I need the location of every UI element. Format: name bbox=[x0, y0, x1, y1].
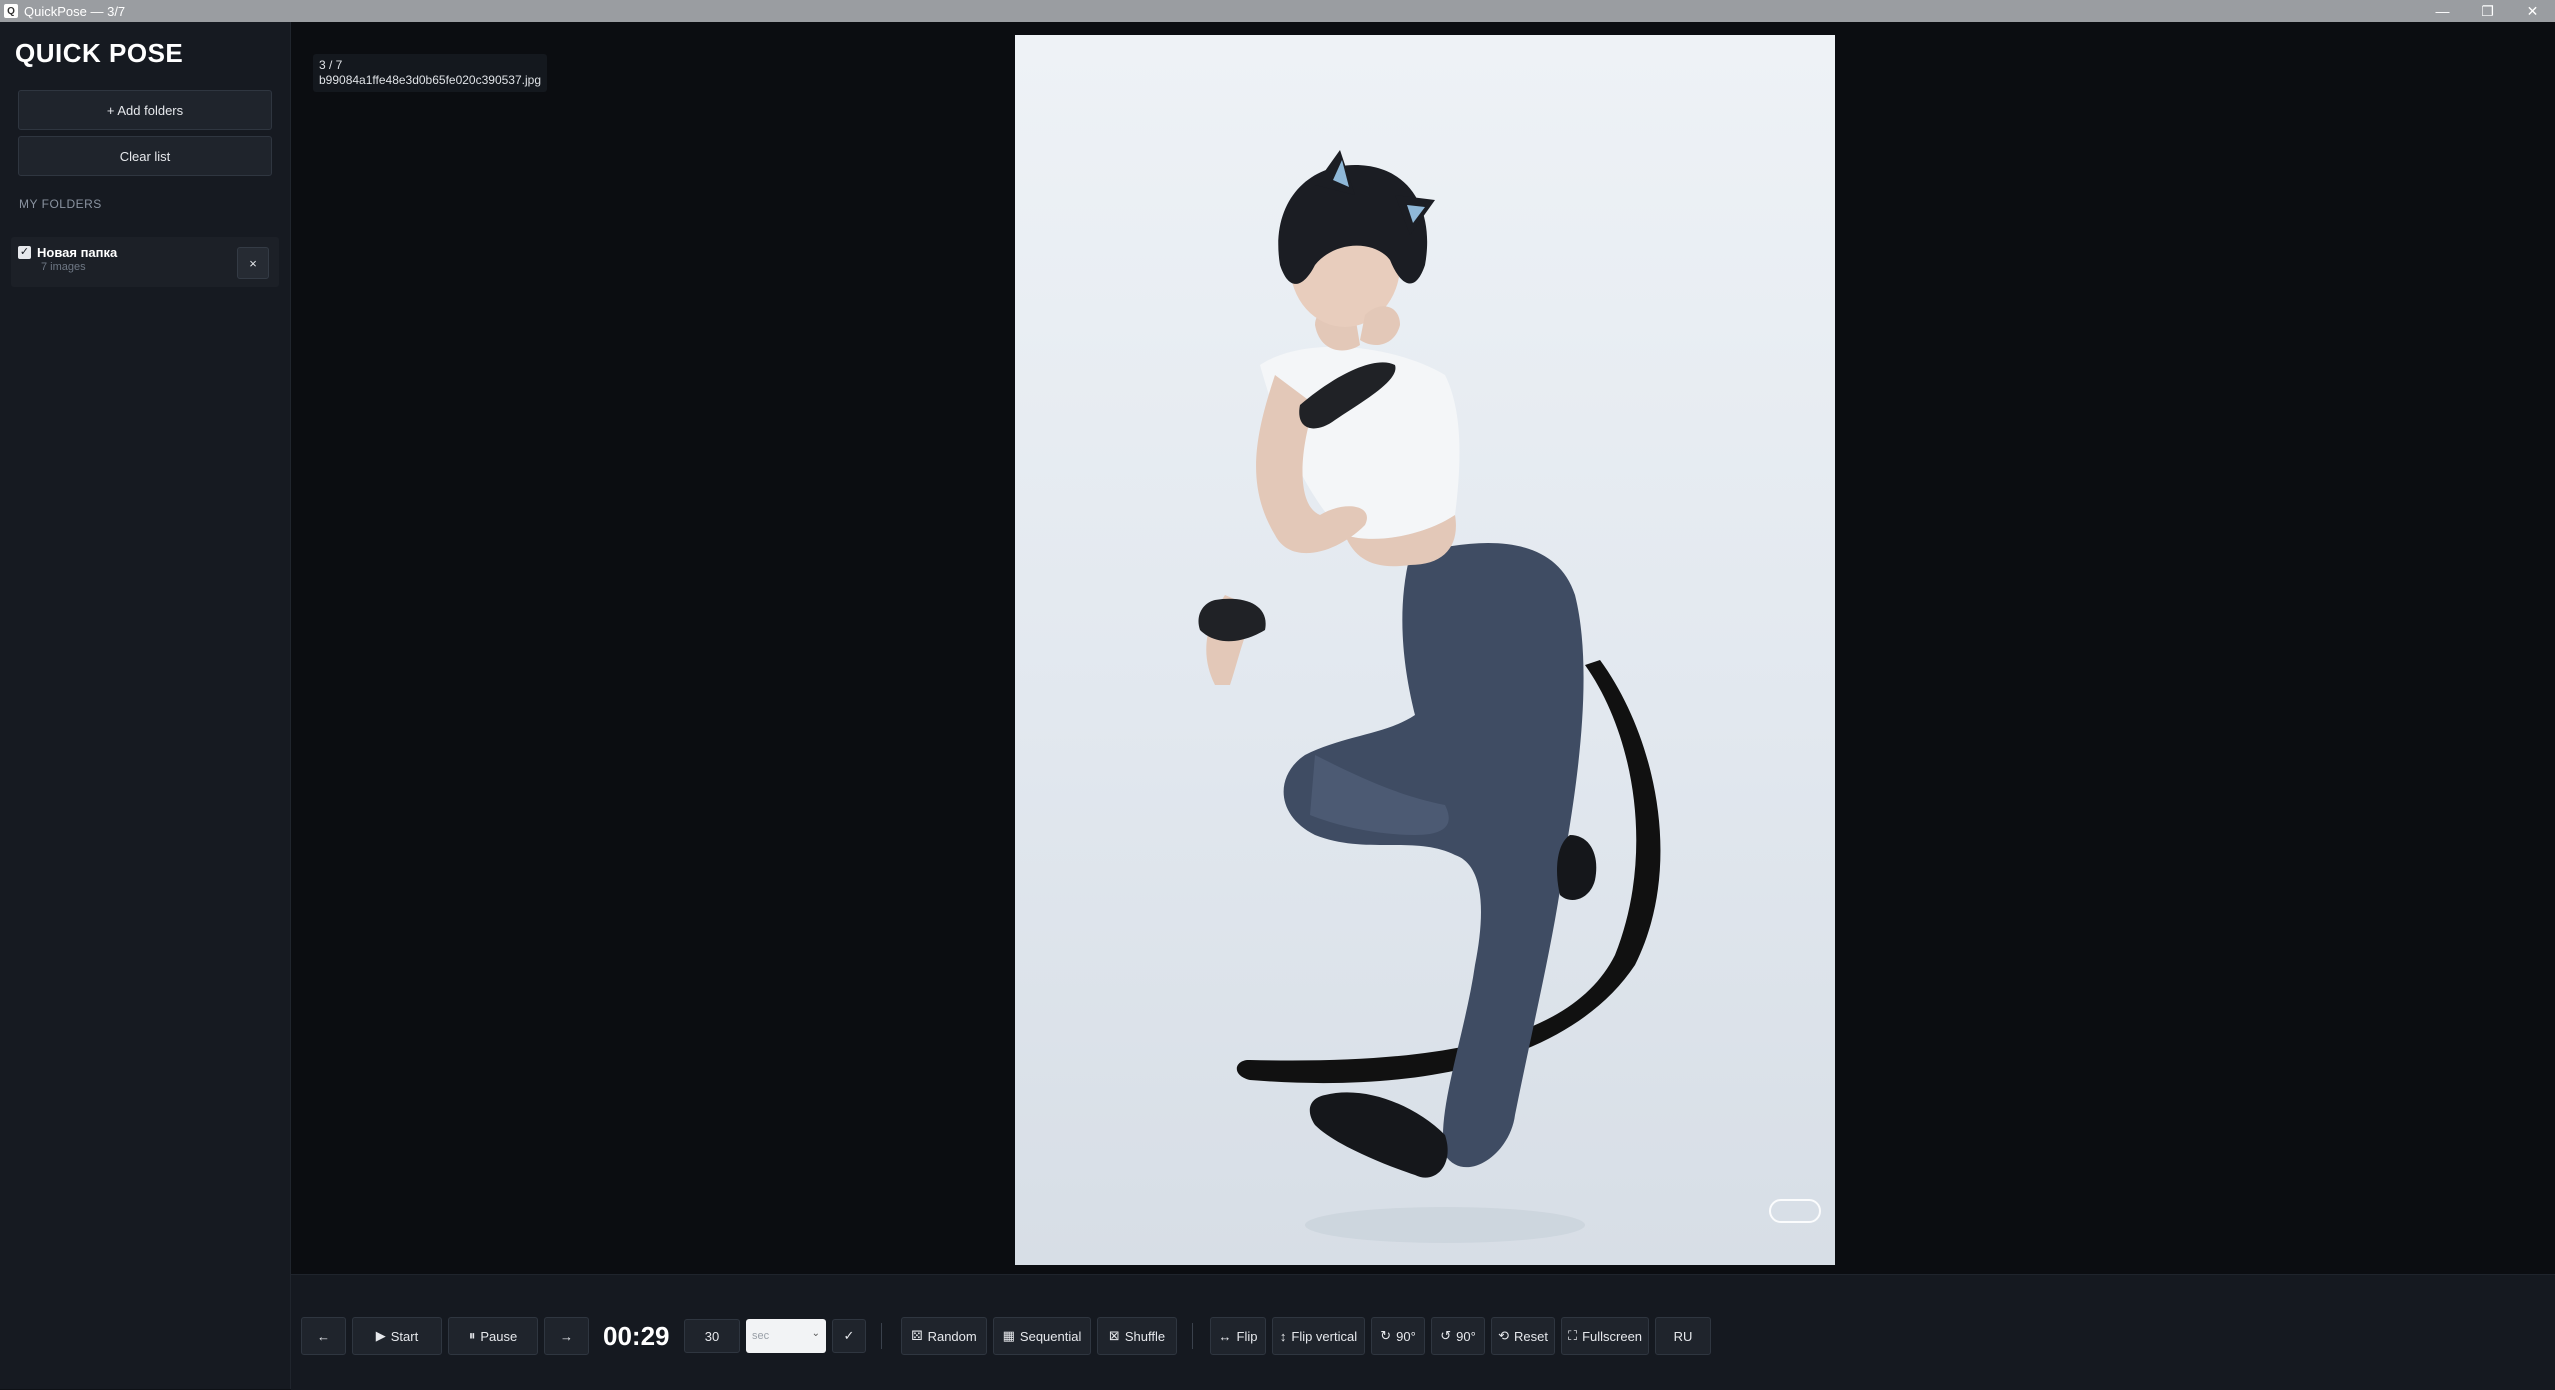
language-toggle-button[interactable]: RU bbox=[1655, 1317, 1711, 1355]
sequential-mode-button[interactable]: ▦ Sequential bbox=[993, 1317, 1091, 1355]
toolbar-divider bbox=[1192, 1323, 1193, 1349]
flip-vertical-icon: ↕ bbox=[1279, 1328, 1287, 1344]
time-unit-value: sec bbox=[752, 1330, 770, 1342]
window-title: QuickPose — 3/7 bbox=[24, 3, 126, 19]
clear-list-button[interactable]: Clear list bbox=[18, 136, 272, 176]
reset-icon: ⟲ bbox=[1498, 1328, 1509, 1343]
rotate-cw-label: 90° bbox=[1396, 1328, 1416, 1344]
reset-button[interactable]: ⟲ Reset bbox=[1491, 1317, 1555, 1355]
rotate-ccw-label: 90° bbox=[1456, 1328, 1476, 1344]
duration-input[interactable]: 30 bbox=[684, 1319, 740, 1353]
folder-checkbox[interactable]: ✓ bbox=[18, 246, 31, 259]
play-icon: ▶ bbox=[375, 1328, 386, 1343]
pause-label: Pause bbox=[480, 1328, 518, 1344]
start-button[interactable]: ▶ Start bbox=[352, 1317, 442, 1355]
start-label: Start bbox=[390, 1328, 419, 1344]
arrow-right-icon: → bbox=[560, 1328, 573, 1344]
arrow-left-icon: ← bbox=[317, 1328, 330, 1344]
reference-photo bbox=[1015, 35, 1835, 1265]
image-viewer: 3 / 7 b99084a1ffe48e3d0b65fe020c390537.j… bbox=[291, 22, 2555, 1274]
window-controls: — ❐ ✕ bbox=[2420, 0, 2555, 22]
apply-duration-button[interactable]: ✓ bbox=[832, 1319, 866, 1353]
fullscreen-label: Fullscreen bbox=[1582, 1328, 1643, 1344]
next-image-button[interactable]: → bbox=[544, 1317, 589, 1355]
flip-horizontal-icon: ↔ bbox=[1218, 1328, 1232, 1344]
add-folders-button[interactable]: + Add folders bbox=[18, 90, 272, 130]
rotate-cw-icon: ↻ bbox=[1380, 1328, 1392, 1343]
rotate-counterclockwise-button[interactable]: ↺ 90° bbox=[1431, 1317, 1485, 1355]
image-counter: 3 / 7 bbox=[319, 58, 343, 72]
image-info: 3 / 7 b99084a1ffe48e3d0b65fe020c390537.j… bbox=[313, 54, 547, 92]
shuffle-button[interactable]: ⊠ Shuffle bbox=[1097, 1317, 1177, 1355]
flip-label: Flip bbox=[1236, 1328, 1258, 1344]
chevron-down-icon: ⌄ bbox=[811, 1328, 820, 1339]
photo-figure-illustration bbox=[1198, 150, 1821, 1243]
toolbar-divider bbox=[881, 1323, 882, 1349]
close-button[interactable]: ✕ bbox=[2510, 0, 2555, 22]
rotate-clockwise-button[interactable]: ↻ 90° bbox=[1371, 1317, 1425, 1355]
folder-item[interactable]: ✓ Новая папка 7 images × bbox=[11, 237, 279, 287]
countdown-timer: 00:29 bbox=[603, 1321, 670, 1351]
pause-button[interactable]: ⏸ Pause bbox=[448, 1317, 538, 1355]
rotate-ccw-icon: ↺ bbox=[1440, 1328, 1452, 1343]
remove-folder-button[interactable]: × bbox=[237, 247, 269, 279]
image-filename: b99084a1ffe48e3d0b65fe020c390537.jpg bbox=[319, 73, 541, 87]
dice-icon: ⚄ bbox=[911, 1328, 923, 1343]
grid-icon: ▦ bbox=[1002, 1328, 1015, 1343]
flip-vertical-label: Flip vertical bbox=[1291, 1328, 1358, 1344]
flip-horizontal-button[interactable]: ↔ Flip bbox=[1210, 1317, 1266, 1355]
shuffle-label: Shuffle bbox=[1124, 1328, 1166, 1344]
sidebar: QUICK POSE + Add folders Clear list MY F… bbox=[0, 22, 291, 1389]
random-mode-button[interactable]: ⚄ Random bbox=[901, 1317, 987, 1355]
my-folders-heading: MY FOLDERS bbox=[19, 197, 102, 211]
minimize-button[interactable]: — bbox=[2420, 0, 2465, 22]
fullscreen-icon: ⛶ bbox=[1567, 1328, 1578, 1343]
sequential-label: Sequential bbox=[1019, 1328, 1082, 1344]
shuffle-icon: ⊠ bbox=[1108, 1328, 1120, 1343]
time-unit-select[interactable]: sec ⌄ bbox=[746, 1319, 826, 1353]
reset-label: Reset bbox=[1513, 1328, 1548, 1344]
random-label: Random bbox=[927, 1328, 977, 1344]
pause-icon: ⏸ bbox=[468, 1328, 476, 1343]
folder-name: Новая папка bbox=[37, 245, 118, 260]
window-titlebar: Q QuickPose — 3/7 — ❐ ✕ bbox=[0, 0, 2555, 22]
bottom-toolbar: ← ▶ Start ⏸ Pause → 00:29 30 sec ⌄ ✓ ⚄ R… bbox=[291, 1274, 2555, 1390]
fullscreen-button[interactable]: ⛶ Fullscreen bbox=[1561, 1317, 1649, 1355]
flip-vertical-button[interactable]: ↕ Flip vertical bbox=[1272, 1317, 1365, 1355]
previous-image-button[interactable]: ← bbox=[301, 1317, 346, 1355]
app-icon: Q bbox=[4, 4, 18, 18]
app-logo: QUICK POSE bbox=[15, 38, 184, 68]
maximize-button[interactable]: ❐ bbox=[2465, 0, 2510, 22]
folder-image-count: 7 images bbox=[41, 261, 86, 273]
